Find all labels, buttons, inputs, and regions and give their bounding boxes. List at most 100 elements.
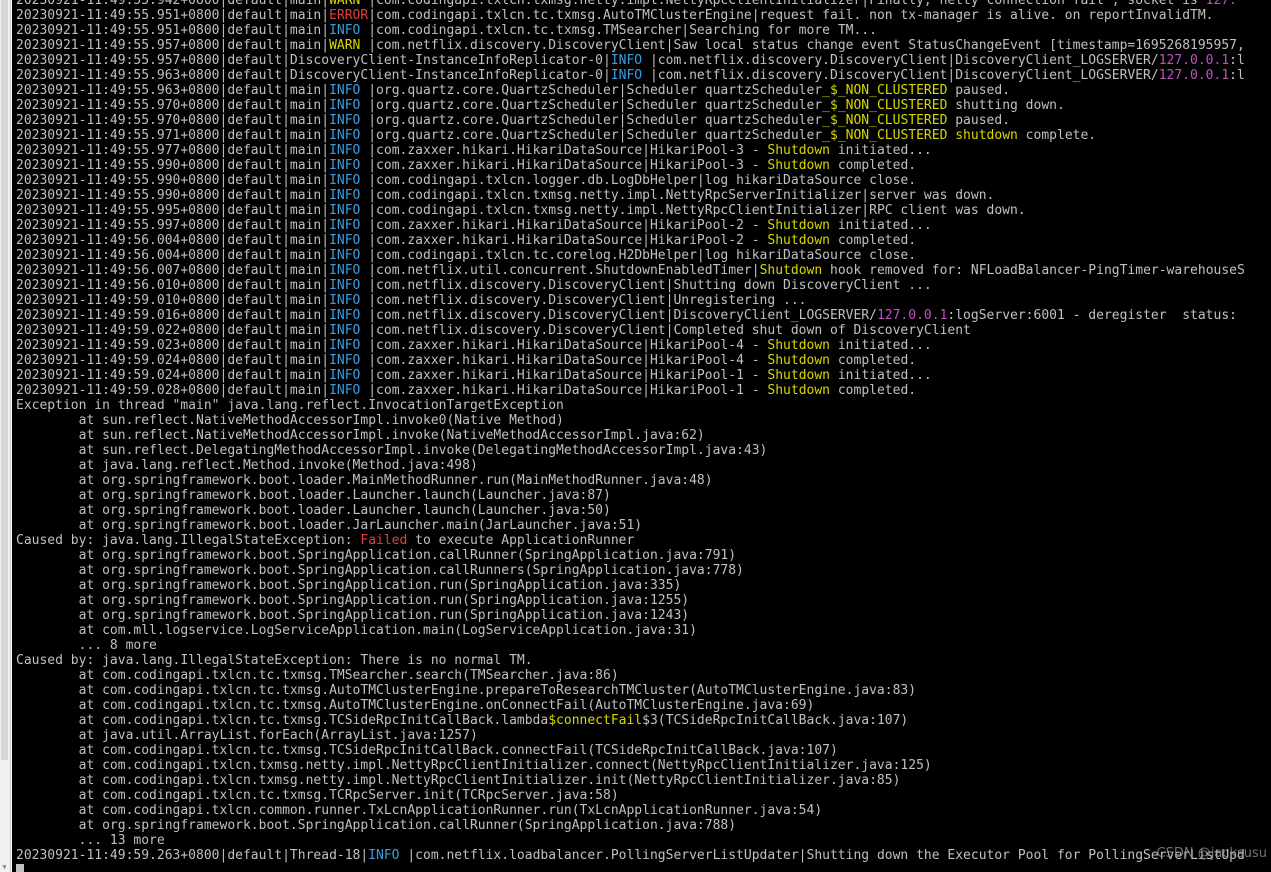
log-segment: at org.springframework.boot.loader.JarLa…: [16, 518, 643, 533]
log-segment: |com.zaxxer.hikari.HikariDataSource|Hika…: [360, 353, 768, 368]
log-line: at com.codingapi.txlcn.tc.txmsg.TCSideRp…: [16, 743, 1245, 758]
log-segment: at org.springframework.boot.loader.Launc…: [16, 503, 611, 518]
log-segment: 20230921-11:49:59.010+0800|default|main|: [16, 293, 330, 308]
log-segment: _$_NON_CLUSTERED: [822, 113, 948, 128]
log-segment: INFO: [329, 308, 361, 323]
log-segment: 127.: [1205, 0, 1237, 8]
log-segment: INFO: [329, 158, 361, 173]
log-segment: at org.springframework.boot.loader.MainM…: [16, 473, 713, 488]
log-segment: at com.codingapi.txlcn.txmsg.netty.impl.…: [16, 758, 932, 773]
log-segment: 20230921-11:49:55.995+0800|default|main|: [16, 203, 330, 218]
log-segment: completed.: [830, 233, 917, 248]
log-line: 20230921-11:49:56.007+0800|default|main|…: [16, 263, 1245, 278]
scrollbar-thumb[interactable]: [1, 0, 8, 760]
log-segment: Failed: [360, 533, 408, 548]
log-segment: 20230921-11:49:59.024+0800|default|main|: [16, 353, 330, 368]
log-segment: at com.codingapi.txlcn.common.runner.TxL…: [16, 803, 823, 818]
log-line: at com.codingapi.txlcn.tc.txmsg.TMSearch…: [16, 668, 1245, 683]
log-line: 20230921-11:49:55.971+0800|default|main|…: [16, 128, 1245, 143]
log-segment: |com.codingapi.txlcn.tc.txmsg.TMSearcher…: [360, 23, 877, 38]
log-segment: 20230921-11:49:55.970+0800|default|main|: [16, 98, 330, 113]
log-segment: at com.mll.logservice.LogServiceApplicat…: [16, 623, 697, 638]
log-segment: |com.codingapi.txlcn.tc.txmsg.AutoTMClus…: [368, 8, 1214, 23]
log-segment: |com.codingapi.txlcn.logger.db.LogDbHelp…: [360, 173, 917, 188]
log-segment: INFO: [329, 113, 361, 128]
log-segment: |com.codingapi.txlcn.txmsg.netty.impl.Ne…: [360, 203, 1026, 218]
log-segment: 20230921-11:49:55.963+0800|default|main|: [16, 83, 330, 98]
log-segment: Shutdown: [767, 383, 831, 398]
log-segment: _$_NON_CLUSTERED: [822, 98, 948, 113]
log-line: at sun.reflect.DelegatingMethodAccessorI…: [16, 443, 1245, 458]
scrollbar-track[interactable]: ▲ ▼: [0, 0, 9, 872]
log-segment: Shutdown: [767, 233, 831, 248]
log-segment: 20230921-11:49:55.971+0800|default|main|: [16, 128, 330, 143]
log-line: ... 8 more: [16, 638, 1245, 653]
log-line: 20230921-11:49:59.263+0800|default|Threa…: [16, 848, 1245, 863]
log-segment: INFO: [329, 143, 361, 158]
log-segment: Caused by: java.lang.IllegalStateExcepti…: [16, 533, 361, 548]
log-segment: at sun.reflect.NativeMethodAccessorImpl.…: [16, 413, 564, 428]
log-segment: |com.netflix.util.concurrent.ShutdownEna…: [360, 263, 760, 278]
log-line: 20230921-11:49:56.010+0800|default|main|…: [16, 278, 1245, 293]
log-segment: |com.netflix.discovery.DiscoveryClient|C…: [360, 323, 971, 338]
log-segment: ... 13 more: [16, 833, 165, 848]
scroll-down-icon[interactable]: ▼: [0, 862, 9, 872]
log-line: 20230921-11:49:56.004+0800|default|main|…: [16, 248, 1245, 263]
log-segment: 20230921-11:49:56.004+0800|default|main|: [16, 233, 330, 248]
log-segment: Exception in thread "main" java.lang.ref…: [16, 398, 564, 413]
log-segment: |org.quartz.core.QuartzScheduler|Schedul…: [360, 128, 823, 143]
log-segment: INFO: [329, 233, 361, 248]
log-segment: |com.netflix.discovery.DiscoveryClient|S…: [360, 278, 932, 293]
log-segment: at java.util.ArrayList.forEach(ArrayList…: [16, 728, 478, 743]
console-output[interactable]: 20230921-11:49:55.942+0800|default|main|…: [12, 0, 1271, 872]
log-segment: initiated...: [830, 143, 932, 158]
log-segment: INFO: [329, 83, 361, 98]
log-segment: WARN: [329, 38, 361, 53]
log-segment: shutdown: [955, 128, 1018, 143]
log-line: 20230921-11:49:55.990+0800|default|main|…: [16, 158, 1245, 173]
log-line: at org.springframework.boot.loader.MainM…: [16, 473, 1245, 488]
log-line: at sun.reflect.NativeMethodAccessorImpl.…: [16, 413, 1245, 428]
log-segment: at com.codingapi.txlcn.tc.txmsg.TCSideRp…: [16, 713, 549, 728]
log-segment: INFO: [329, 248, 361, 263]
log-line: Exception in thread "main" java.lang.ref…: [16, 398, 1245, 413]
log-segment: Shutdown: [767, 158, 831, 173]
log-line: 20230921-11:49:55.977+0800|default|main|…: [16, 143, 1245, 158]
log-lines: 20230921-11:49:55.942+0800|default|main|…: [16, 0, 1245, 872]
watermark: CSDN @jacksusu: [1156, 846, 1267, 861]
log-segment: INFO: [329, 218, 361, 233]
log-line: at com.codingapi.txlcn.tc.txmsg.AutoTMCl…: [16, 698, 1245, 713]
log-segment: INFO: [329, 173, 361, 188]
log-line: at java.lang.reflect.Method.invoke(Metho…: [16, 458, 1245, 473]
log-segment: ... 8 more: [16, 638, 157, 653]
log-segment: at org.springframework.boot.SpringApplic…: [16, 593, 690, 608]
log-line: 20230921-11:49:55.951+0800|default|main|…: [16, 8, 1245, 23]
log-segment: at org.springframework.boot.SpringApplic…: [16, 818, 737, 833]
log-segment: 127.0.0.1: [1158, 53, 1230, 68]
log-segment: 20230921-11:49:56.004+0800|default|main|: [16, 248, 330, 263]
log-segment: 20230921-11:49:55.942+0800|default|main|: [16, 0, 330, 8]
log-segment: complete.: [1017, 128, 1097, 143]
log-line: at org.springframework.boot.SpringApplic…: [16, 818, 1245, 833]
log-segment: 20230921-11:49:55.957+0800|default|Disco…: [16, 53, 611, 68]
log-segment: INFO: [329, 98, 361, 113]
log-segment: |com.netflix.discovery.DiscoveryClient|D…: [642, 68, 1159, 83]
log-line: 20230921-11:49:59.022+0800|default|main|…: [16, 323, 1245, 338]
log-line: 20230921-11:49:59.016+0800|default|main|…: [16, 308, 1245, 323]
log-line: 20230921-11:49:55.990+0800|default|main|…: [16, 173, 1245, 188]
log-segment: Shutdown: [767, 368, 831, 383]
log-segment: |com.codingapi.txlcn.txmsg.netty.impl.Ne…: [360, 188, 995, 203]
log-segment: at com.codingapi.txlcn.tc.txmsg.TMSearch…: [16, 668, 619, 683]
log-line: 20230921-11:49:55.942+0800|default|main|…: [16, 0, 1245, 8]
log-segment: :l: [1229, 68, 1245, 83]
log-segment: 20230921-11:49:55.970+0800|default|main|: [16, 113, 330, 128]
prompt-line[interactable]: [16, 863, 1245, 872]
log-segment: 127.0.0.1: [876, 308, 948, 323]
log-segment: |com.codingapi.txlcn.tc.corelog.H2DbHelp…: [360, 248, 917, 263]
log-line: at com.mll.logservice.LogServiceApplicat…: [16, 623, 1245, 638]
log-segment: INFO: [329, 23, 361, 38]
vertical-scrollbar[interactable]: ▲ ▼: [0, 0, 11, 872]
log-line: at org.springframework.boot.loader.Launc…: [16, 503, 1245, 518]
log-segment: paused.: [947, 113, 1011, 128]
log-line: at com.codingapi.txlcn.tc.txmsg.AutoTMCl…: [16, 683, 1245, 698]
